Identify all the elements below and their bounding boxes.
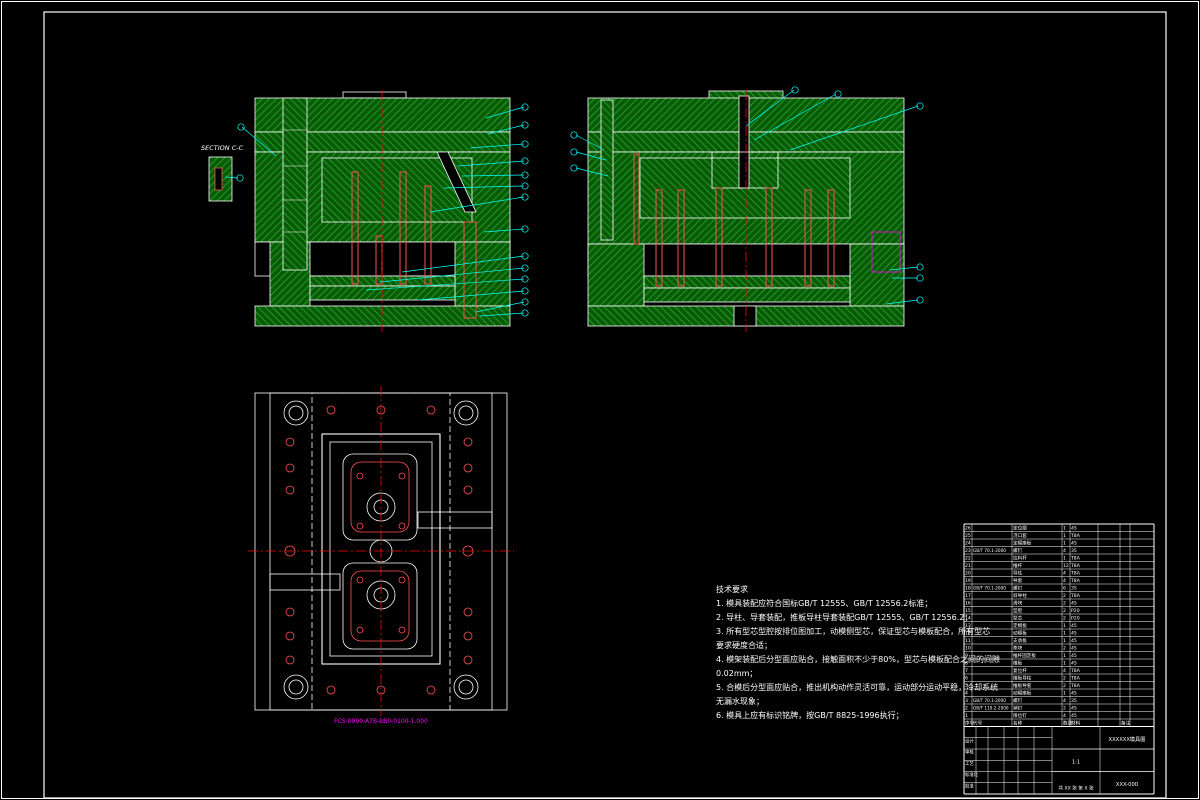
mold-assembly-drawing: SECTION C-C FCS-0990-A7B-BB0-0100-1.000	[1, 1, 1199, 799]
note-line: 6. 模具上应有标识铭牌，按GB/T 8825-1996执行；	[716, 711, 904, 720]
plan-caption: FCS-0990-A7B-BB0-0100-1.000	[334, 718, 428, 725]
note-line: 0.02mm；	[716, 669, 758, 678]
note-line: 2. 导柱、导套装配，推板导柱导套装配GB/T 12555、GB/T 12556…	[716, 613, 973, 622]
technical-notes: 技术要求 1. 模具装配应符合国标GB/T 12555、GB/T 12556.2…	[716, 583, 1000, 723]
note-line: 3. 所有型芯型腔按排位图加工，动模侧型芯，保证型芯与模板配合，所有型芯	[716, 627, 991, 636]
note-line: 5. 合模后分型面应贴合，推出机构动作灵活可靠，运动部分运动平稳，冷却系统	[716, 683, 999, 692]
notes-title: 技术要求	[716, 585, 748, 594]
section-cc-label: SECTION C-C	[201, 144, 244, 152]
note-line: 要求硬度合适；	[716, 641, 772, 650]
plan-centerlines	[248, 386, 514, 716]
note-line: 4. 模架装配后分型面应贴合，接触面积不少于80%，型芯与模板配合之间的间隙	[716, 655, 1000, 664]
note-line: 1. 模具装配应符合国标GB/T 12555、GB/T 12556.2标准；	[716, 599, 933, 608]
right-section-view	[587, 90, 905, 332]
section-cc-detail: SECTION C-C	[201, 144, 244, 202]
plan-holes	[284, 405, 474, 695]
note-line: 无漏水现象；	[716, 697, 764, 706]
